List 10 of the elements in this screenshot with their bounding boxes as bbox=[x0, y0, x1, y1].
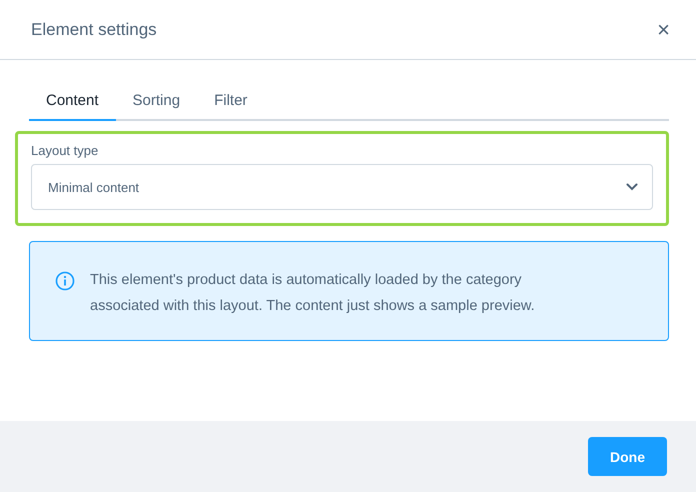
field-label: Layout type bbox=[31, 143, 100, 158]
tab[interactable]: Sorting bbox=[116, 86, 198, 121]
layout-type-select[interactable]: Minimal content bbox=[31, 164, 653, 210]
close-button[interactable]: × bbox=[657, 18, 670, 40]
tab[interactable]: Filter bbox=[197, 86, 264, 121]
info-text: This element's product data is automatically loaded by the category associated with this layout. The content just shows a sample preview. bbox=[90, 271, 536, 315]
info-icon bbox=[55, 271, 75, 291]
dialog-title: Element settings bbox=[31, 20, 157, 40]
tab[interactable]: Content bbox=[29, 86, 116, 121]
chevron-down-icon bbox=[626, 183, 638, 191]
